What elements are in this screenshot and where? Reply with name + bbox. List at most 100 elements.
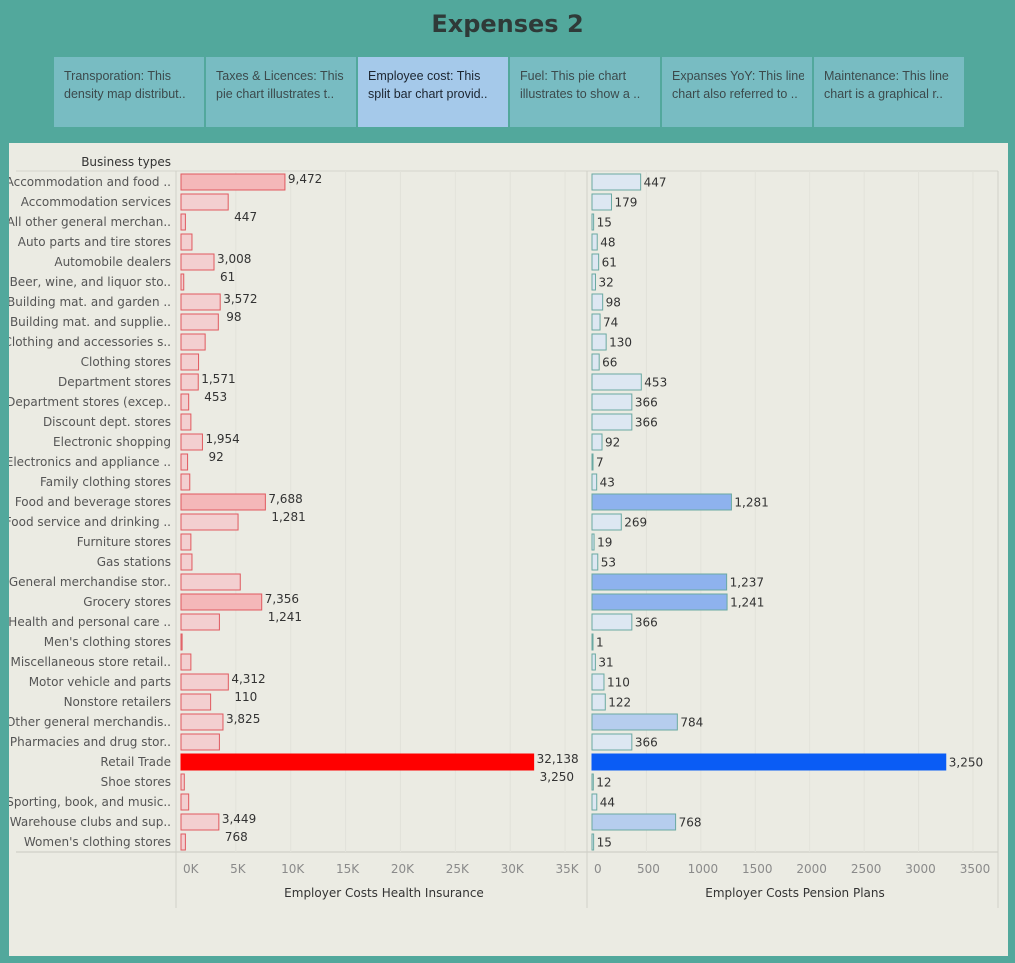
- bar: [180, 653, 192, 671]
- x-tick-label: 25K: [446, 862, 470, 876]
- bar: [180, 493, 266, 511]
- bar: [180, 213, 186, 231]
- bar: [180, 473, 191, 491]
- x-axis-title: Employer Costs Pension Plans: [705, 886, 884, 900]
- data-label: 7,356: [265, 592, 299, 606]
- x-tick-label: 3500: [960, 862, 991, 876]
- x-tick-label: 0: [594, 862, 602, 876]
- data-sub-label: 92: [208, 450, 223, 464]
- data-label: 366: [635, 616, 658, 630]
- x-tick-label: 1000: [688, 862, 719, 876]
- bar: [180, 173, 286, 191]
- data-label: 1,241: [730, 596, 764, 610]
- category-label: Building mat. and supplie..: [10, 315, 171, 329]
- bar: [591, 693, 606, 711]
- tab-6[interactable]: Maintenance: This line chart is a graphic…: [814, 57, 964, 127]
- data-label: 1,281: [734, 496, 768, 510]
- category-label: Electronics and appliance ..: [9, 455, 171, 469]
- bar: [591, 813, 677, 831]
- x-tick-label: 500: [637, 862, 660, 876]
- x-tick-label: 10K: [281, 862, 305, 876]
- category-label: Beer, wine, and liquor sto..: [10, 275, 171, 289]
- bar: [180, 633, 183, 651]
- tab-label-line: chart also referred to ..: [672, 87, 798, 101]
- bar: [180, 533, 192, 551]
- bar: [591, 273, 596, 291]
- tab-3[interactable]: Employee cost: This split bar chart provi…: [358, 57, 508, 127]
- bar: [591, 573, 728, 591]
- data-label: 43: [600, 476, 615, 490]
- data-label: 122: [608, 696, 631, 710]
- category-label: Furniture stores: [77, 535, 171, 549]
- category-label: Health and personal care ..: [9, 615, 171, 629]
- category-label: Electronic shopping: [53, 435, 171, 449]
- tab-label-line: density map distribut..: [64, 87, 186, 101]
- data-label: 9,472: [288, 172, 322, 186]
- bar: [180, 553, 193, 571]
- x-tick-label: 30K: [501, 862, 525, 876]
- page-title: Expenses 2: [431, 10, 584, 38]
- tab-4[interactable]: Fuel: This pie chart illustrates to show …: [510, 57, 660, 127]
- category-label: Women's clothing stores: [24, 835, 171, 849]
- category-label: Gas stations: [97, 555, 171, 569]
- tab-label-line: chart is a graphical r..: [824, 87, 943, 101]
- bar: [180, 573, 241, 591]
- data-label: 7,688: [268, 492, 302, 506]
- bar: [180, 673, 229, 691]
- bar: [591, 493, 732, 511]
- data-label: 1: [596, 636, 604, 650]
- data-sub-label: 110: [234, 690, 257, 704]
- data-label: 1,571: [201, 372, 235, 386]
- data-label: 3,250: [949, 756, 983, 770]
- bar: [180, 833, 186, 851]
- category-label: Clothing and accessories s..: [9, 335, 171, 349]
- data-label: 7: [596, 456, 604, 470]
- x-tick-label: 20K: [391, 862, 415, 876]
- bar: [180, 393, 190, 411]
- x-tick-label: 2500: [851, 862, 882, 876]
- category-label: Warehouse clubs and sup..: [10, 815, 171, 829]
- data-label: 92: [605, 436, 620, 450]
- bar: [180, 593, 263, 611]
- data-label: 784: [680, 716, 703, 730]
- bar: [591, 453, 594, 471]
- data-label: 179: [614, 196, 637, 210]
- bar: [180, 453, 189, 471]
- bar: [591, 713, 678, 731]
- tab-label-line: Maintenance: This line: [824, 69, 949, 83]
- tab-1[interactable]: Transporation: This density map distribut…: [54, 57, 204, 127]
- data-sub-label: 1,281: [271, 510, 305, 524]
- chart-panel: Business types 0K 5K 10K 15K 20K 25K 30K 35K Empl…: [9, 143, 1008, 956]
- tab-label-line: Employee cost: This: [368, 69, 481, 83]
- bar: [180, 293, 221, 311]
- bar: [180, 733, 220, 751]
- data-label: 61: [602, 256, 617, 270]
- data-label: 44: [600, 796, 615, 810]
- tab-label-line: Fuel: This pie chart: [520, 69, 627, 83]
- bar: [180, 333, 206, 351]
- bar: [591, 773, 594, 791]
- tab-2[interactable]: Taxes & Licences: This pie chart illustra…: [206, 57, 356, 127]
- data-label: 15: [597, 836, 612, 850]
- data-label: 453: [644, 376, 667, 390]
- bar: [591, 333, 607, 351]
- bar: [180, 413, 192, 431]
- category-label: Other general merchandis..: [9, 715, 171, 729]
- category-label: Men's clothing stores: [44, 635, 171, 649]
- bar: [180, 233, 193, 251]
- bar: [591, 673, 605, 691]
- data-label: 3,449: [222, 812, 256, 826]
- tab-label-line: Taxes & Licences: This: [216, 69, 344, 83]
- x-tick-label: 0K: [183, 862, 200, 876]
- bar: [180, 693, 212, 711]
- data-label: 110: [607, 676, 630, 690]
- data-label: 269: [624, 516, 647, 530]
- bar: [591, 173, 642, 191]
- category-label: Grocery stores: [83, 595, 171, 609]
- tab-5[interactable]: Expanses YoY: This line chart also referr…: [662, 57, 812, 127]
- x-tick-label: 5K: [230, 862, 247, 876]
- data-label: 53: [601, 556, 616, 570]
- x-tick-label: 2000: [796, 862, 827, 876]
- category-label: Sporting, book, and music..: [9, 795, 171, 809]
- bar: [591, 753, 947, 771]
